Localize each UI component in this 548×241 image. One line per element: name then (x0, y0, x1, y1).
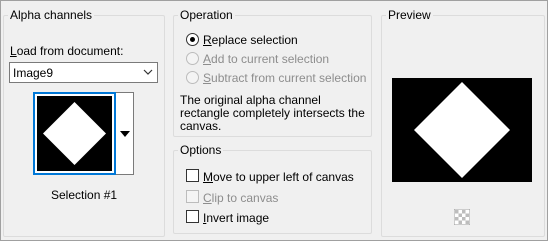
triangle-down-icon (120, 131, 130, 137)
radio-replace-label: Replace selection (203, 33, 298, 47)
selection-caption: Selection #1 (51, 188, 118, 202)
radio-subtract-indicator (186, 71, 199, 84)
load-from-document-label: Load from document: (10, 44, 123, 58)
selection-thumbnail[interactable] (33, 92, 116, 175)
operation-title: Operation (178, 8, 235, 22)
radio-add-label: Add to current selection (203, 52, 330, 66)
radio-replace-selection[interactable]: Replace selection (186, 32, 366, 48)
operation-description-line-2: rectangle completely intersects the (180, 106, 365, 120)
options-title: Options (178, 143, 224, 157)
radio-add-indicator (186, 52, 199, 65)
checkbox-move-indicator (186, 169, 199, 182)
radio-add-selection[interactable]: Add to current selection (186, 51, 366, 67)
checkbox-clip-indicator (186, 190, 199, 203)
alpha-channels-title: Alpha channels (8, 8, 95, 22)
checkbox-clip-to-canvas[interactable]: Clip to canvas (186, 189, 366, 205)
radio-subtract-selection[interactable]: Subtract from current selection (186, 70, 370, 86)
checkerboard-transparency-icon[interactable] (454, 209, 470, 225)
operation-description-line-1: The original alpha channel (180, 93, 321, 107)
checkbox-move-label: Move to upper left of canvas (203, 170, 354, 184)
preview-title: Preview (386, 8, 433, 22)
checkbox-clip-label: Clip to canvas (203, 191, 279, 205)
diamond-selection-thumbnail-icon (37, 96, 112, 171)
thumbnail-dropdown-button[interactable] (116, 92, 134, 175)
document-select[interactable]: Image9 (9, 62, 158, 83)
load-label-rest: oad from document: (16, 44, 124, 58)
load-label-accel: L (10, 44, 17, 58)
checkbox-invert-label: Invert image (203, 211, 270, 225)
checkbox-move-to-upper-left[interactable]: Move to upper left of canvas (186, 168, 366, 184)
radio-replace-indicator (186, 33, 199, 46)
radio-subtract-label: Subtract from current selection (203, 71, 367, 85)
preview-image (392, 78, 532, 182)
checkbox-invert-indicator (186, 210, 199, 223)
document-select-value: Image9 (13, 66, 54, 80)
chevron-down-icon (143, 69, 153, 75)
checkbox-invert-image[interactable]: Invert image (186, 209, 366, 225)
operation-description-line-3: canvas. (180, 119, 222, 133)
